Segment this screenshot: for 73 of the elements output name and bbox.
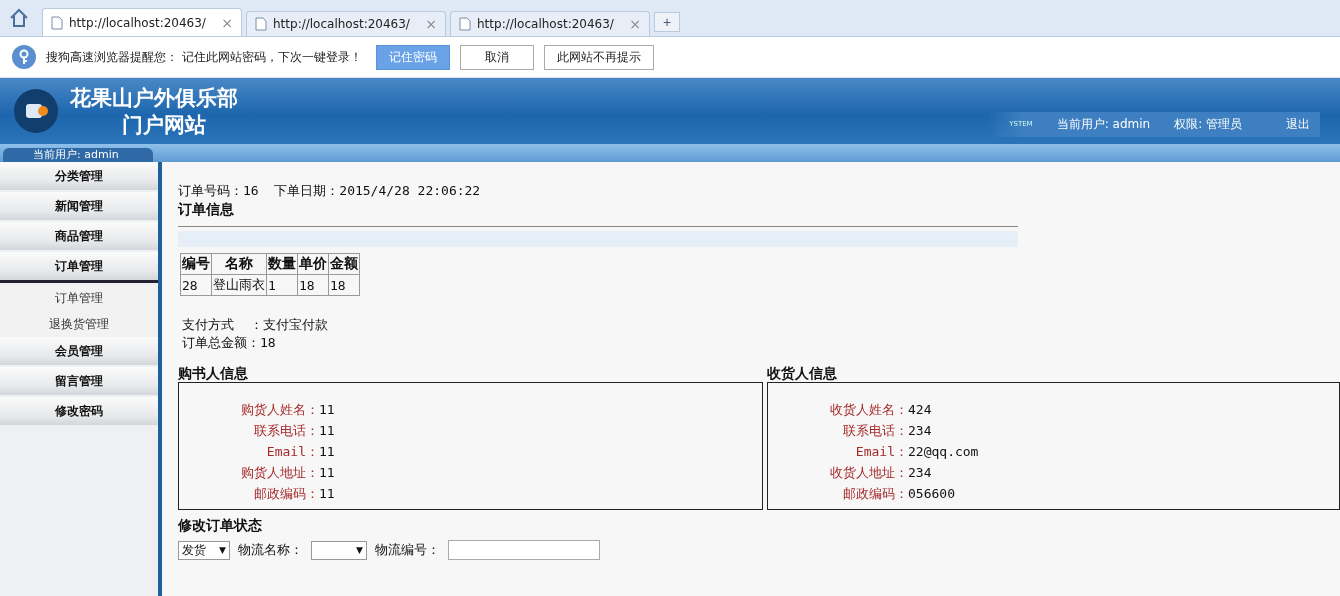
field-label: Email： <box>854 443 908 461</box>
new-tab-button[interactable]: + <box>654 12 680 32</box>
sidebar-subitem[interactable]: 订单管理 <box>0 285 158 311</box>
field-value: 424 <box>908 401 933 419</box>
field-label: 邮政编码： <box>842 485 908 503</box>
section-title: 修改订单状态 <box>178 516 263 534</box>
table-cell: 登山雨衣 <box>211 274 267 296</box>
browser-tab[interactable]: http://localhost:20463/ × <box>450 11 650 36</box>
column-header: 金额 <box>328 253 360 275</box>
key-icon <box>12 45 36 69</box>
column-header: 单价 <box>297 253 329 275</box>
field-label: 联系电话： <box>253 422 319 440</box>
carrier-select[interactable]: ▼ <box>311 540 367 560</box>
notice-button[interactable]: 取消 <box>459 44 534 70</box>
site-title: 花果山户外俱乐部 <box>70 84 238 111</box>
logo-icon <box>12 87 60 135</box>
sidebar-item[interactable]: 留言管理 <box>0 367 158 395</box>
caret-icon: ▼ <box>356 545 363 555</box>
order-total: 订单总金额：18 <box>181 334 277 352</box>
caret-icon: ▼ <box>219 545 226 555</box>
field-label: 购货人地址： <box>240 464 319 482</box>
current-user: 当前用户: admin <box>1056 115 1151 133</box>
field-label: 物流编号： <box>375 541 440 559</box>
user-role: 权限: 管理员 <box>1174 115 1242 133</box>
section-title: 订单信息 <box>178 200 235 218</box>
section-title: 收货人信息 <box>767 364 838 382</box>
payment-method: 支付方式 ：支付宝付款 <box>181 316 329 334</box>
status-select[interactable]: 发货 ▼ <box>178 540 230 560</box>
field-value: 11 <box>319 464 336 482</box>
page-icon <box>255 17 267 31</box>
field-value: 11 <box>319 443 336 461</box>
field-label: Email： <box>265 443 319 461</box>
field-label: 邮政编码： <box>253 485 319 503</box>
order-number-line: 订单号码：16 下单日期：2015/4/28 22:06:22 <box>178 182 482 200</box>
field-value: 22@qq.com <box>908 443 980 461</box>
column-header: 名称 <box>211 253 267 275</box>
field-value: 11 <box>319 422 336 440</box>
sidebar-item[interactable]: 会员管理 <box>0 337 158 365</box>
field-value: 056600 <box>908 485 956 503</box>
table-cell: 18 <box>297 274 329 296</box>
table-cell: 1 <box>266 274 298 296</box>
sidebar-item[interactable]: 新闻管理 <box>0 192 158 220</box>
page-icon <box>51 15 63 30</box>
field-label: 收货人地址： <box>829 464 908 482</box>
table-cell: 28 <box>180 274 212 296</box>
field-value: 11 <box>319 485 336 503</box>
field-label: 购货人姓名： <box>240 401 319 419</box>
browser-tab[interactable]: http://localhost:20463/ × <box>42 8 242 36</box>
column-header: 数量 <box>266 253 298 275</box>
close-icon[interactable]: × <box>221 14 233 31</box>
logout-link[interactable]: 退出 <box>1286 115 1310 133</box>
field-label: 联系电话： <box>842 422 908 440</box>
notice-message: 搜狗高速浏览器提醒您： 记住此网站密码，下次一键登录！ <box>46 48 362 66</box>
tracking-field[interactable] <box>448 540 600 560</box>
sidebar-item[interactable]: 分类管理 <box>0 162 158 190</box>
page-icon <box>459 17 471 31</box>
site-subtitle: 门户网站 <box>122 111 207 138</box>
sidebar-subitem[interactable]: 退换货管理 <box>0 311 158 337</box>
home-icon[interactable] <box>8 7 30 29</box>
browser-tab[interactable]: http://localhost:20463/ × <box>246 11 446 36</box>
field-value: 234 <box>908 422 933 440</box>
field-label: 物流名称： <box>238 541 303 559</box>
sidebar-item[interactable]: 商品管理 <box>0 222 158 250</box>
sidebar-user: 当前用户: admin <box>3 148 153 162</box>
field-value: 234 <box>908 464 933 482</box>
sidebar-item[interactable]: 订单管理 <box>0 252 158 283</box>
field-value: 11 <box>319 401 336 419</box>
column-header: 编号 <box>180 253 212 275</box>
section-title: 购书人信息 <box>178 364 249 382</box>
sidebar-item[interactable]: 修改密码 <box>0 397 158 425</box>
field-label: 收货人姓名： <box>829 401 908 419</box>
table-cell: 18 <box>328 274 360 296</box>
notice-button[interactable]: 此网站不再提示 <box>543 44 654 70</box>
